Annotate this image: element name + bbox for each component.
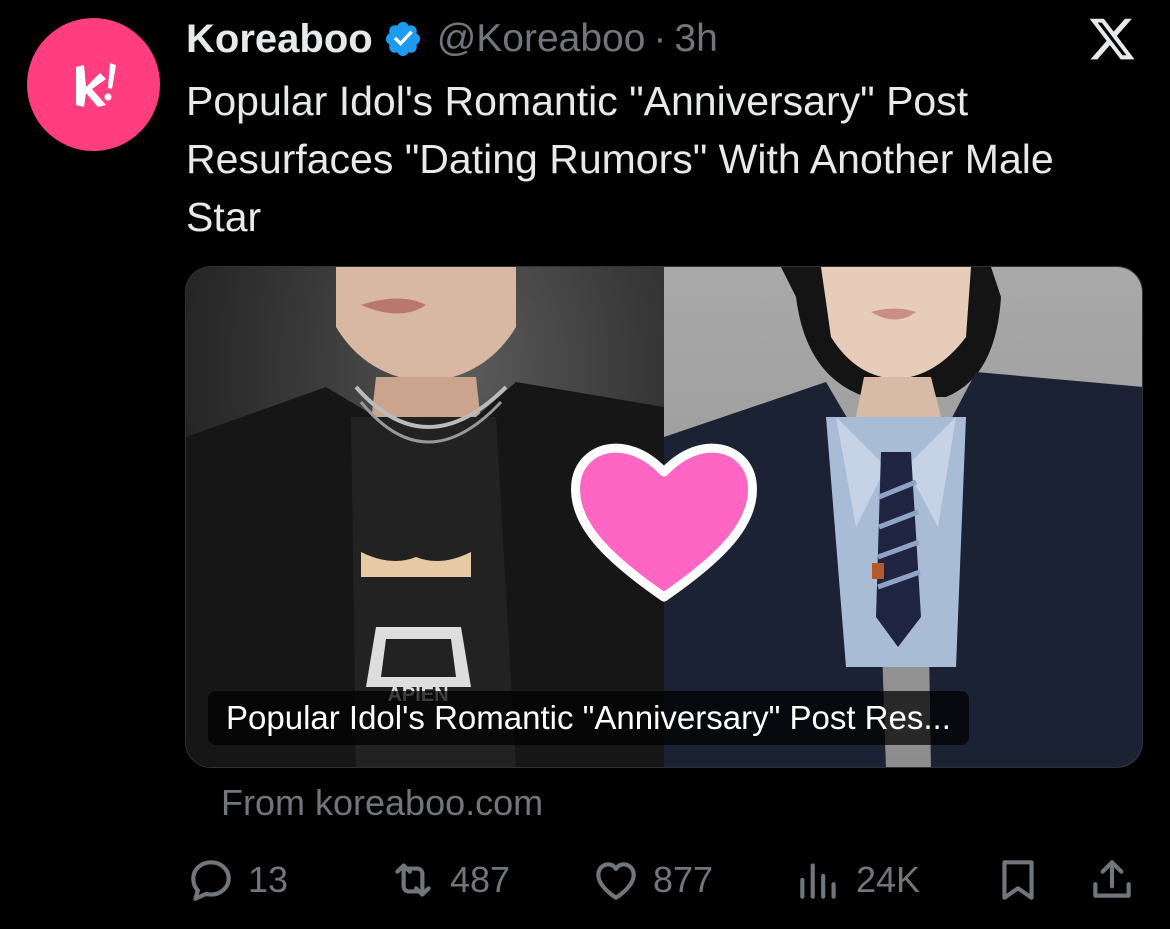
tweet-header: Koreaboo @Koreaboo · 3h <box>186 14 718 64</box>
like-count: 877 <box>653 859 714 900</box>
koreaboo-logo-icon <box>75 62 116 107</box>
repost-count: 487 <box>450 859 511 900</box>
share-icon <box>1093 860 1131 898</box>
card-source[interactable]: From koreaboo.com <box>221 782 543 824</box>
link-preview-card[interactable]: APIEN Popular Idol's Romantic "Anniversa… <box>185 266 1143 768</box>
share-button[interactable] <box>1087 850 1137 910</box>
views-chart-icon <box>800 863 836 899</box>
bookmark-button[interactable] <box>993 850 1043 910</box>
separator-dot: · <box>653 17 667 60</box>
card-title: Popular Idol's Romantic "Anniversary" Po… <box>208 691 969 745</box>
reply-count: 13 <box>248 859 289 900</box>
heart-icon <box>596 862 636 900</box>
display-name[interactable]: Koreaboo <box>186 17 373 62</box>
avatar[interactable] <box>27 18 160 151</box>
timestamp[interactable]: 3h <box>674 17 717 61</box>
bookmark-icon <box>1002 860 1034 900</box>
reply-button[interactable]: 13 <box>186 850 288 910</box>
x-logo-icon[interactable] <box>1086 14 1138 64</box>
tweet-text: Popular Idol's Romantic "Anniversary" Po… <box>186 78 1054 240</box>
verified-badge-icon <box>385 21 420 57</box>
action-bar: 13 487 877 24K <box>0 850 1170 910</box>
like-button[interactable]: 877 <box>591 850 713 910</box>
reply-icon <box>191 860 231 901</box>
repost-button[interactable]: 487 <box>388 850 510 910</box>
views-count: 24K <box>856 859 921 900</box>
repost-icon <box>395 863 431 897</box>
views-button[interactable]: 24K <box>794 850 920 910</box>
handle[interactable]: @Koreaboo <box>437 17 646 61</box>
